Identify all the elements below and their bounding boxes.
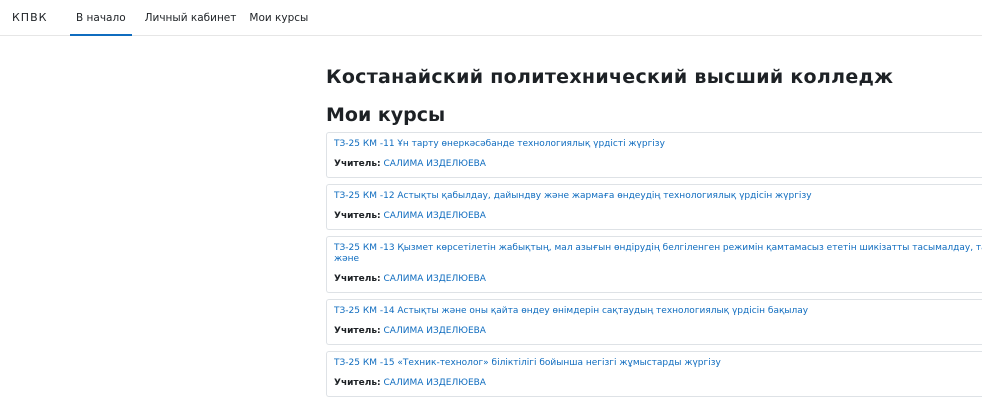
course-link[interactable]: ТЗ-25 КМ -15 «Техник-технолог» біліктілі… — [334, 358, 982, 369]
teacher-label: Учитель: — [334, 159, 381, 169]
teacher-name-link[interactable]: САЛИМА ИЗДЕЛЮЕВА — [384, 211, 486, 221]
teacher-name-link[interactable]: САЛИМА ИЗДЕЛЮЕВА — [384, 274, 486, 284]
course-card: ТЗ-25 КМ -14 Астықты және оны қайта өнде… — [326, 299, 982, 345]
teacher-label: Учитель: — [334, 211, 381, 221]
course-link[interactable]: ТЗ-25 КМ -11 Ұн тарту өнеркәсәбанде техн… — [334, 139, 982, 150]
course-card: ТЗ-25 КМ -15 «Техник-технолог» біліктілі… — [326, 351, 982, 397]
teacher-name-link[interactable]: САЛИМА ИЗДЕЛЮЕВА — [384, 378, 486, 388]
course-teacher: Учитель: САЛИМА ИЗДЕЛЮЕВА — [334, 378, 982, 389]
teacher-name-link[interactable]: САЛИМА ИЗДЕЛЮЕВА — [384, 326, 486, 336]
teacher-label: Учитель: — [334, 326, 381, 336]
course-teacher: Учитель: САЛИМА ИЗДЕЛЮЕВА — [334, 159, 982, 170]
course-teacher: Учитель: САЛИМА ИЗДЕЛЮЕВА — [334, 274, 982, 285]
course-card: ТЗ-25 КМ -13 Қызмет көрсетілетін жабықты… — [326, 236, 982, 293]
course-link[interactable]: ТЗ-25 КМ -14 Астықты және оны қайта өнде… — [334, 306, 982, 317]
course-list: ТЗ-25 КМ -11 Ұн тарту өнеркәсәбанде техн… — [326, 132, 982, 397]
teacher-name-link[interactable]: САЛИМА ИЗДЕЛЮЕВА — [384, 159, 486, 169]
nav-link-dashboard[interactable]: Личный кабинет — [145, 0, 237, 36]
course-link[interactable]: ТЗ-25 КМ -12 Астықты қабылдау, дайындву … — [334, 191, 982, 202]
nav-link-home[interactable]: В начало — [70, 0, 132, 36]
teacher-label: Учитель: — [334, 378, 381, 388]
course-card: ТЗ-25 КМ -12 Астықты қабылдау, дайындву … — [326, 184, 982, 230]
course-card: ТЗ-25 КМ -11 Ұн тарту өнеркәсәбанде техн… — [326, 132, 982, 178]
top-navbar: КПВК В начало Личный кабинет Мои курсы — [0, 0, 982, 36]
course-teacher: Учитель: САЛИМА ИЗДЕЛЮЕВА — [334, 326, 982, 337]
section-title-my-courses: Мои курсы — [326, 104, 446, 126]
site-brand[interactable]: КПВК — [12, 11, 47, 24]
nav-link-my-courses[interactable]: Мои курсы — [249, 0, 308, 36]
main-content: Костанайский политехнический высший колл… — [326, 66, 982, 403]
primary-navigation: В начало Личный кабинет Мои курсы — [70, 0, 321, 36]
course-teacher: Учитель: САЛИМА ИЗДЕЛЮЕВА — [334, 211, 982, 222]
teacher-label: Учитель: — [334, 274, 381, 284]
course-link[interactable]: ТЗ-25 КМ -13 Қызмет көрсетілетін жабықты… — [334, 243, 982, 265]
page-title: Костанайский политехнический высший колл… — [326, 66, 894, 88]
